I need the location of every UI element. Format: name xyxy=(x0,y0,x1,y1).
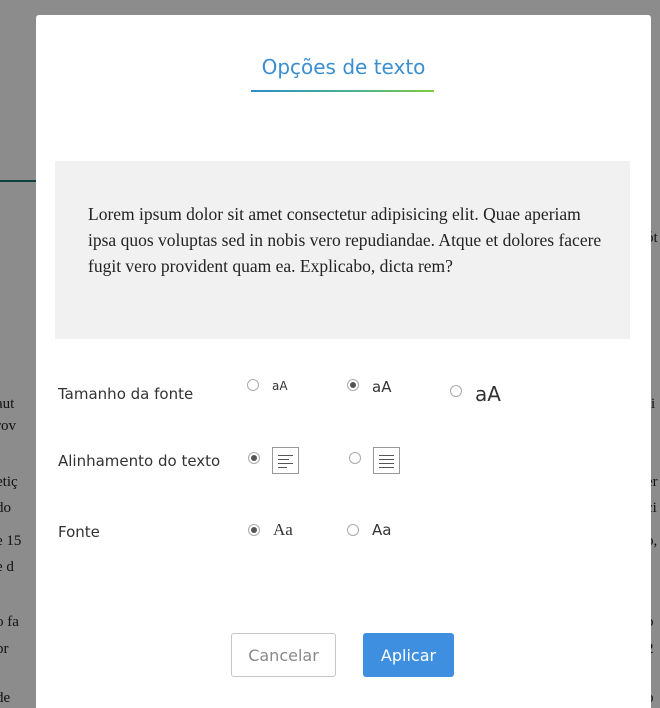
font-size-medium-radio[interactable] xyxy=(347,379,359,391)
dialog-title: Opções de texto xyxy=(261,55,426,79)
title-underline xyxy=(251,90,434,92)
text-options-dialog: Opções de texto Lorem ipsum dolor sit am… xyxy=(36,15,651,708)
cancel-button[interactable]: Cancelar xyxy=(231,633,336,677)
align-justify-icon[interactable] xyxy=(373,447,400,474)
font-serif-radio[interactable] xyxy=(248,524,260,536)
font-size-small-label[interactable]: aA xyxy=(272,379,288,393)
font-label: Fonte xyxy=(58,523,100,541)
font-sans-radio[interactable] xyxy=(347,524,359,536)
font-size-small-radio[interactable] xyxy=(247,379,259,391)
align-left-icon[interactable] xyxy=(272,447,299,474)
preview-text: Lorem ipsum dolor sit amet consectetur a… xyxy=(88,204,602,276)
align-left-radio[interactable] xyxy=(248,452,260,464)
text-preview-box: Lorem ipsum dolor sit amet consectetur a… xyxy=(55,161,630,339)
font-serif-label[interactable]: Aa xyxy=(273,520,293,540)
font-size-large-radio[interactable] xyxy=(450,385,462,397)
font-size-medium-label[interactable]: aA xyxy=(372,378,391,396)
align-justify-radio[interactable] xyxy=(349,452,361,464)
font-size-large-label[interactable]: aA xyxy=(475,382,501,406)
font-size-label: Tamanho da fonte xyxy=(58,385,194,403)
text-alignment-label: Alinhamento do texto xyxy=(58,452,221,470)
apply-button[interactable]: Aplicar xyxy=(363,633,454,677)
font-sans-label[interactable]: Aa xyxy=(372,521,391,539)
